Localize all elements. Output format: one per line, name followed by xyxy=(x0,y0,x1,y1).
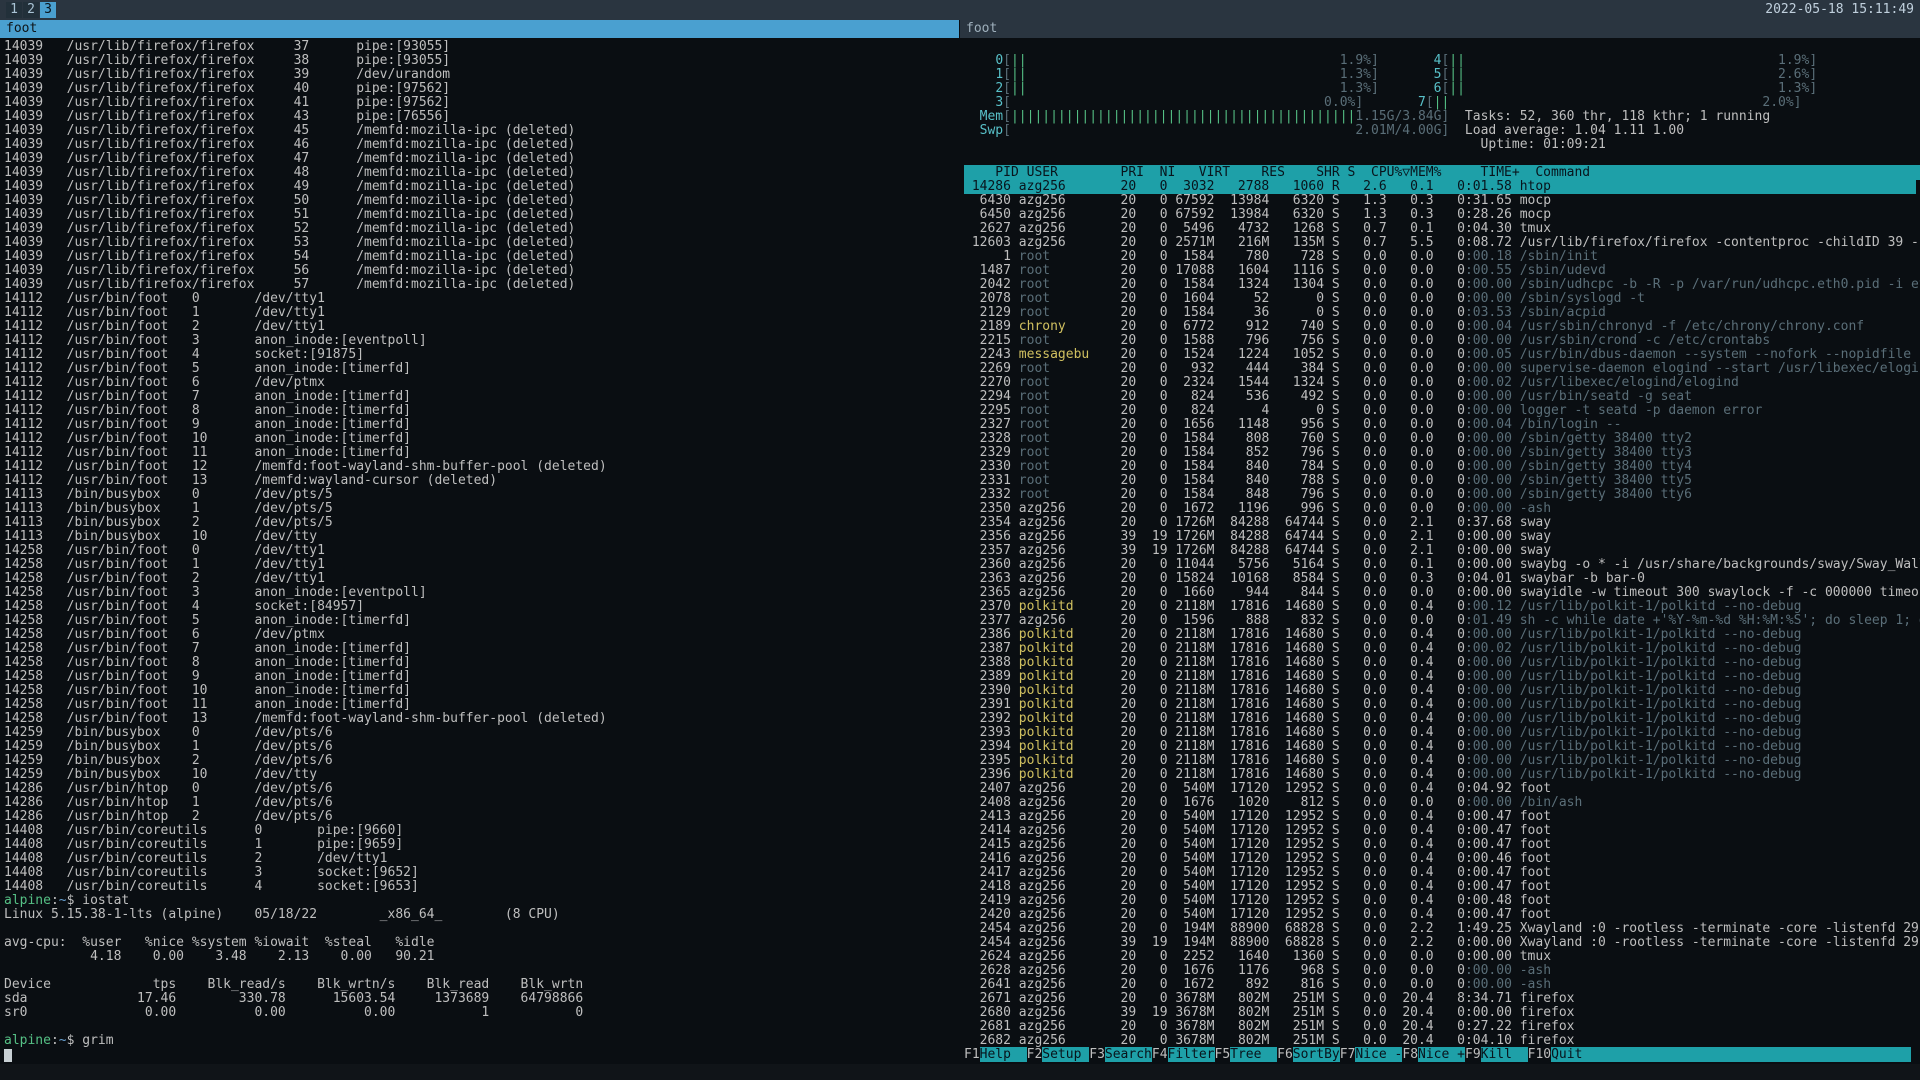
htop-row[interactable]: 2414 azg256 20 0 540M 17120 12952 S 0.0 … xyxy=(964,823,1551,838)
htop-row[interactable]: 2681 azg256 20 0 3678M 802M 251M S 0.0 2… xyxy=(964,1019,1575,1034)
htop-row[interactable]: 2189 chrony 20 0 6772 912 740 S 0.0 0.0 … xyxy=(964,319,1864,334)
htop-row[interactable]: 2415 azg256 20 0 540M 17120 12952 S 0.0 … xyxy=(964,837,1551,852)
htop-row[interactable]: 2363 azg256 20 0 15824 10168 8584 S 0.0 … xyxy=(964,571,1645,586)
fkey-F8[interactable]: F8 xyxy=(1402,1047,1418,1062)
htop-row[interactable]: 2078 root 20 0 1604 52 0 S 0.0 0.0 0:00.… xyxy=(964,291,1645,306)
left-titlebar: foot xyxy=(0,20,959,38)
htop-row[interactable]: 2416 azg256 20 0 540M 17120 12952 S 0.0 … xyxy=(964,851,1551,866)
htop-row[interactable]: 2360 azg256 20 0 11044 5756 5164 S 0.0 0… xyxy=(964,557,1920,572)
htop-row[interactable]: 2215 root 20 0 1588 796 756 S 0.0 0.0 0:… xyxy=(964,333,1770,348)
fkey-F9[interactable]: F9 xyxy=(1465,1047,1481,1062)
htop-row[interactable]: 1 root 20 0 1584 780 728 S 0.0 0.0 0:00.… xyxy=(964,249,1598,264)
htop-row[interactable]: 2350 azg256 20 0 1672 1196 996 S 0.0 0.0… xyxy=(964,501,1551,516)
htop-row[interactable]: 2671 azg256 20 0 3678M 802M 251M S 0.0 2… xyxy=(964,991,1575,1006)
htop-row[interactable]: 2042 root 20 0 1584 1324 1304 S 0.0 0.0 … xyxy=(964,277,1920,292)
fkey-F7[interactable]: F7 xyxy=(1340,1047,1356,1062)
htop-row[interactable]: 2329 root 20 0 1584 852 796 S 0.0 0.0 0:… xyxy=(964,445,1692,460)
htop-row[interactable]: 2454 azg256 20 0 194M 88900 68828 S 0.0 … xyxy=(964,921,1920,936)
htop-row[interactable]: 2682 azg256 20 0 3678M 802M 251M S 0.0 2… xyxy=(964,1033,1575,1048)
fkey-F4[interactable]: F4 xyxy=(1152,1047,1168,1062)
htop-row[interactable]: 6450 azg256 20 0 67592 13984 6320 S 1.3 … xyxy=(964,207,1551,222)
htop-row[interactable]: 2680 azg256 39 19 3678M 802M 251M S 0.0 … xyxy=(964,1005,1575,1020)
htop-row[interactable]: 2407 azg256 20 0 540M 17120 12952 S 0.0 … xyxy=(964,781,1551,796)
htop-row[interactable]: 2331 root 20 0 1584 840 788 S 0.0 0.0 0:… xyxy=(964,473,1692,488)
htop-row[interactable]: 2395 polkitd 20 0 2118M 17816 14680 S 0.… xyxy=(964,753,1801,768)
htop-row[interactable]: 12603 azg256 20 0 2571M 216M 135M S 0.7 … xyxy=(964,235,1920,250)
htop-row[interactable]: 2389 polkitd 20 0 2118M 17816 14680 S 0.… xyxy=(964,669,1801,684)
htop-row[interactable]: 2413 azg256 20 0 540M 17120 12952 S 0.0 … xyxy=(964,809,1551,824)
htop-row[interactable]: 2627 azg256 20 0 5496 4732 1268 S 0.7 0.… xyxy=(964,221,1551,236)
right-pane: foot 0[|| 1.9%] 4[|| 1.9%] 1[|| 1.3%] 5[… xyxy=(960,20,1920,1064)
htop-row[interactable]: 2393 polkitd 20 0 2118M 17816 14680 S 0.… xyxy=(964,725,1801,740)
htop-row[interactable]: 2390 polkitd 20 0 2118M 17816 14680 S 0.… xyxy=(964,683,1801,698)
htop-row[interactable]: 2370 polkitd 20 0 2118M 17816 14680 S 0.… xyxy=(964,599,1801,614)
htop-row[interactable]: 2356 azg256 39 19 1726M 84288 64744 S 0.… xyxy=(964,529,1551,544)
fkey-F5[interactable]: F5 xyxy=(1215,1047,1231,1062)
htop-row[interactable]: 2388 polkitd 20 0 2118M 17816 14680 S 0.… xyxy=(964,655,1801,670)
htop-row[interactable]: 2641 azg256 20 0 1672 892 816 S 0.0 0.0 … xyxy=(964,977,1551,992)
htop-row[interactable]: 2357 azg256 39 19 1726M 84288 64744 S 0.… xyxy=(964,543,1551,558)
htop-header: PID USER PRI NI VIRT RES SHR S CPU%▽MEM%… xyxy=(964,165,1920,180)
htop-row[interactable]: 2418 azg256 20 0 540M 17120 12952 S 0.0 … xyxy=(964,879,1551,894)
htop-row[interactable]: 2377 azg256 20 0 1596 888 832 S 0.0 0.0 … xyxy=(964,613,1920,628)
workspace-list: 123 xyxy=(6,2,56,18)
htop-row[interactable]: 2624 azg256 20 0 2252 1640 1360 S 0.0 0.… xyxy=(964,949,1551,964)
htop-row[interactable]: 2396 polkitd 20 0 2118M 17816 14680 S 0.… xyxy=(964,767,1801,782)
htop-row[interactable]: 2295 root 20 0 824 4 0 S 0.0 0.0 0:00.00… xyxy=(964,403,1762,418)
fkey-F6[interactable]: F6 xyxy=(1277,1047,1293,1062)
right-titlebar: foot xyxy=(960,20,1920,38)
workspace-1[interactable]: 1 xyxy=(6,2,22,18)
htop-row[interactable]: 2332 root 20 0 1584 848 796 S 0.0 0.0 0:… xyxy=(964,487,1692,502)
htop-row[interactable]: 2391 polkitd 20 0 2118M 17816 14680 S 0.… xyxy=(964,697,1801,712)
htop-row[interactable]: 2327 root 20 0 1656 1148 956 S 0.0 0.0 0… xyxy=(964,417,1621,432)
htop-row[interactable]: 2330 root 20 0 1584 840 784 S 0.0 0.0 0:… xyxy=(964,459,1692,474)
htop-row[interactable]: 2294 root 20 0 824 536 492 S 0.0 0.0 0:0… xyxy=(964,389,1692,404)
cursor xyxy=(4,1049,12,1062)
htop-row[interactable]: 2354 azg256 20 0 1726M 84288 64744 S 0.0… xyxy=(964,515,1551,530)
left-terminal[interactable]: 14039 /usr/lib/firefox/firefox 37 pipe:[… xyxy=(0,38,959,1064)
htop-row[interactable]: 2328 root 20 0 1584 808 760 S 0.0 0.0 0:… xyxy=(964,431,1692,446)
right-terminal[interactable]: 0[|| 1.9%] 4[|| 1.9%] 1[|| 1.3%] 5[|| xyxy=(960,38,1920,1064)
htop-row[interactable]: 6430 azg256 20 0 67592 13984 6320 S 1.3 … xyxy=(964,193,1551,208)
workspace-2[interactable]: 2 xyxy=(23,2,39,18)
htop-row[interactable]: 2454 azg256 39 19 194M 88900 68828 S 0.0… xyxy=(964,935,1920,950)
htop-row[interactable]: 2386 polkitd 20 0 2118M 17816 14680 S 0.… xyxy=(964,627,1801,642)
htop-row[interactable]: 2628 azg256 20 0 1676 1176 968 S 0.0 0.0… xyxy=(964,963,1551,978)
clock: 2022-05-18 15:11:49 xyxy=(1765,3,1914,17)
htop-row-selected[interactable]: 14286 azg256 20 0 3032 2788 1060 R 2.6 0… xyxy=(964,180,1916,194)
fkey-F3[interactable]: F3 xyxy=(1089,1047,1105,1062)
htop-row[interactable]: 2270 root 20 0 2324 1544 1324 S 0.0 0.0 … xyxy=(964,375,1739,390)
htop-row[interactable]: 1487 root 20 0 17088 1604 1116 S 0.0 0.0… xyxy=(964,263,1606,278)
htop-row[interactable]: 2394 polkitd 20 0 2118M 17816 14680 S 0.… xyxy=(964,739,1801,754)
sway-bar: 123 2022-05-18 15:11:49 xyxy=(0,0,1920,20)
htop-row[interactable]: 2420 azg256 20 0 540M 17120 12952 S 0.0 … xyxy=(964,907,1551,922)
htop-row[interactable]: 2419 azg256 20 0 540M 17120 12952 S 0.0 … xyxy=(964,893,1551,908)
htop-row[interactable]: 2392 polkitd 20 0 2118M 17816 14680 S 0.… xyxy=(964,711,1801,726)
left-pane: foot 14039 /usr/lib/firefox/firefox 37 p… xyxy=(0,20,960,1064)
htop-row[interactable]: 2129 root 20 0 1584 36 0 S 0.0 0.0 0:03.… xyxy=(964,305,1606,320)
fkey-F2[interactable]: F2 xyxy=(1027,1047,1043,1062)
htop-row[interactable]: 2417 azg256 20 0 540M 17120 12952 S 0.0 … xyxy=(964,865,1551,880)
workspace-3[interactable]: 3 xyxy=(40,2,56,18)
htop-row[interactable]: 2269 root 20 0 932 444 384 S 0.0 0.0 0:0… xyxy=(964,361,1920,376)
htop-row[interactable]: 2243 messagebu 20 0 1524 1224 1052 S 0.0… xyxy=(964,347,1920,362)
fkey-F10[interactable]: F10 xyxy=(1528,1047,1551,1062)
fkey-F1[interactable]: F1 xyxy=(964,1047,980,1062)
htop-row[interactable]: 2408 azg256 20 0 1676 1020 812 S 0.0 0.0… xyxy=(964,795,1582,810)
htop-row[interactable]: 2365 azg256 20 0 1660 944 844 S 0.0 0.0 … xyxy=(964,585,1920,600)
htop-row[interactable]: 2387 polkitd 20 0 2118M 17816 14680 S 0.… xyxy=(964,641,1801,656)
